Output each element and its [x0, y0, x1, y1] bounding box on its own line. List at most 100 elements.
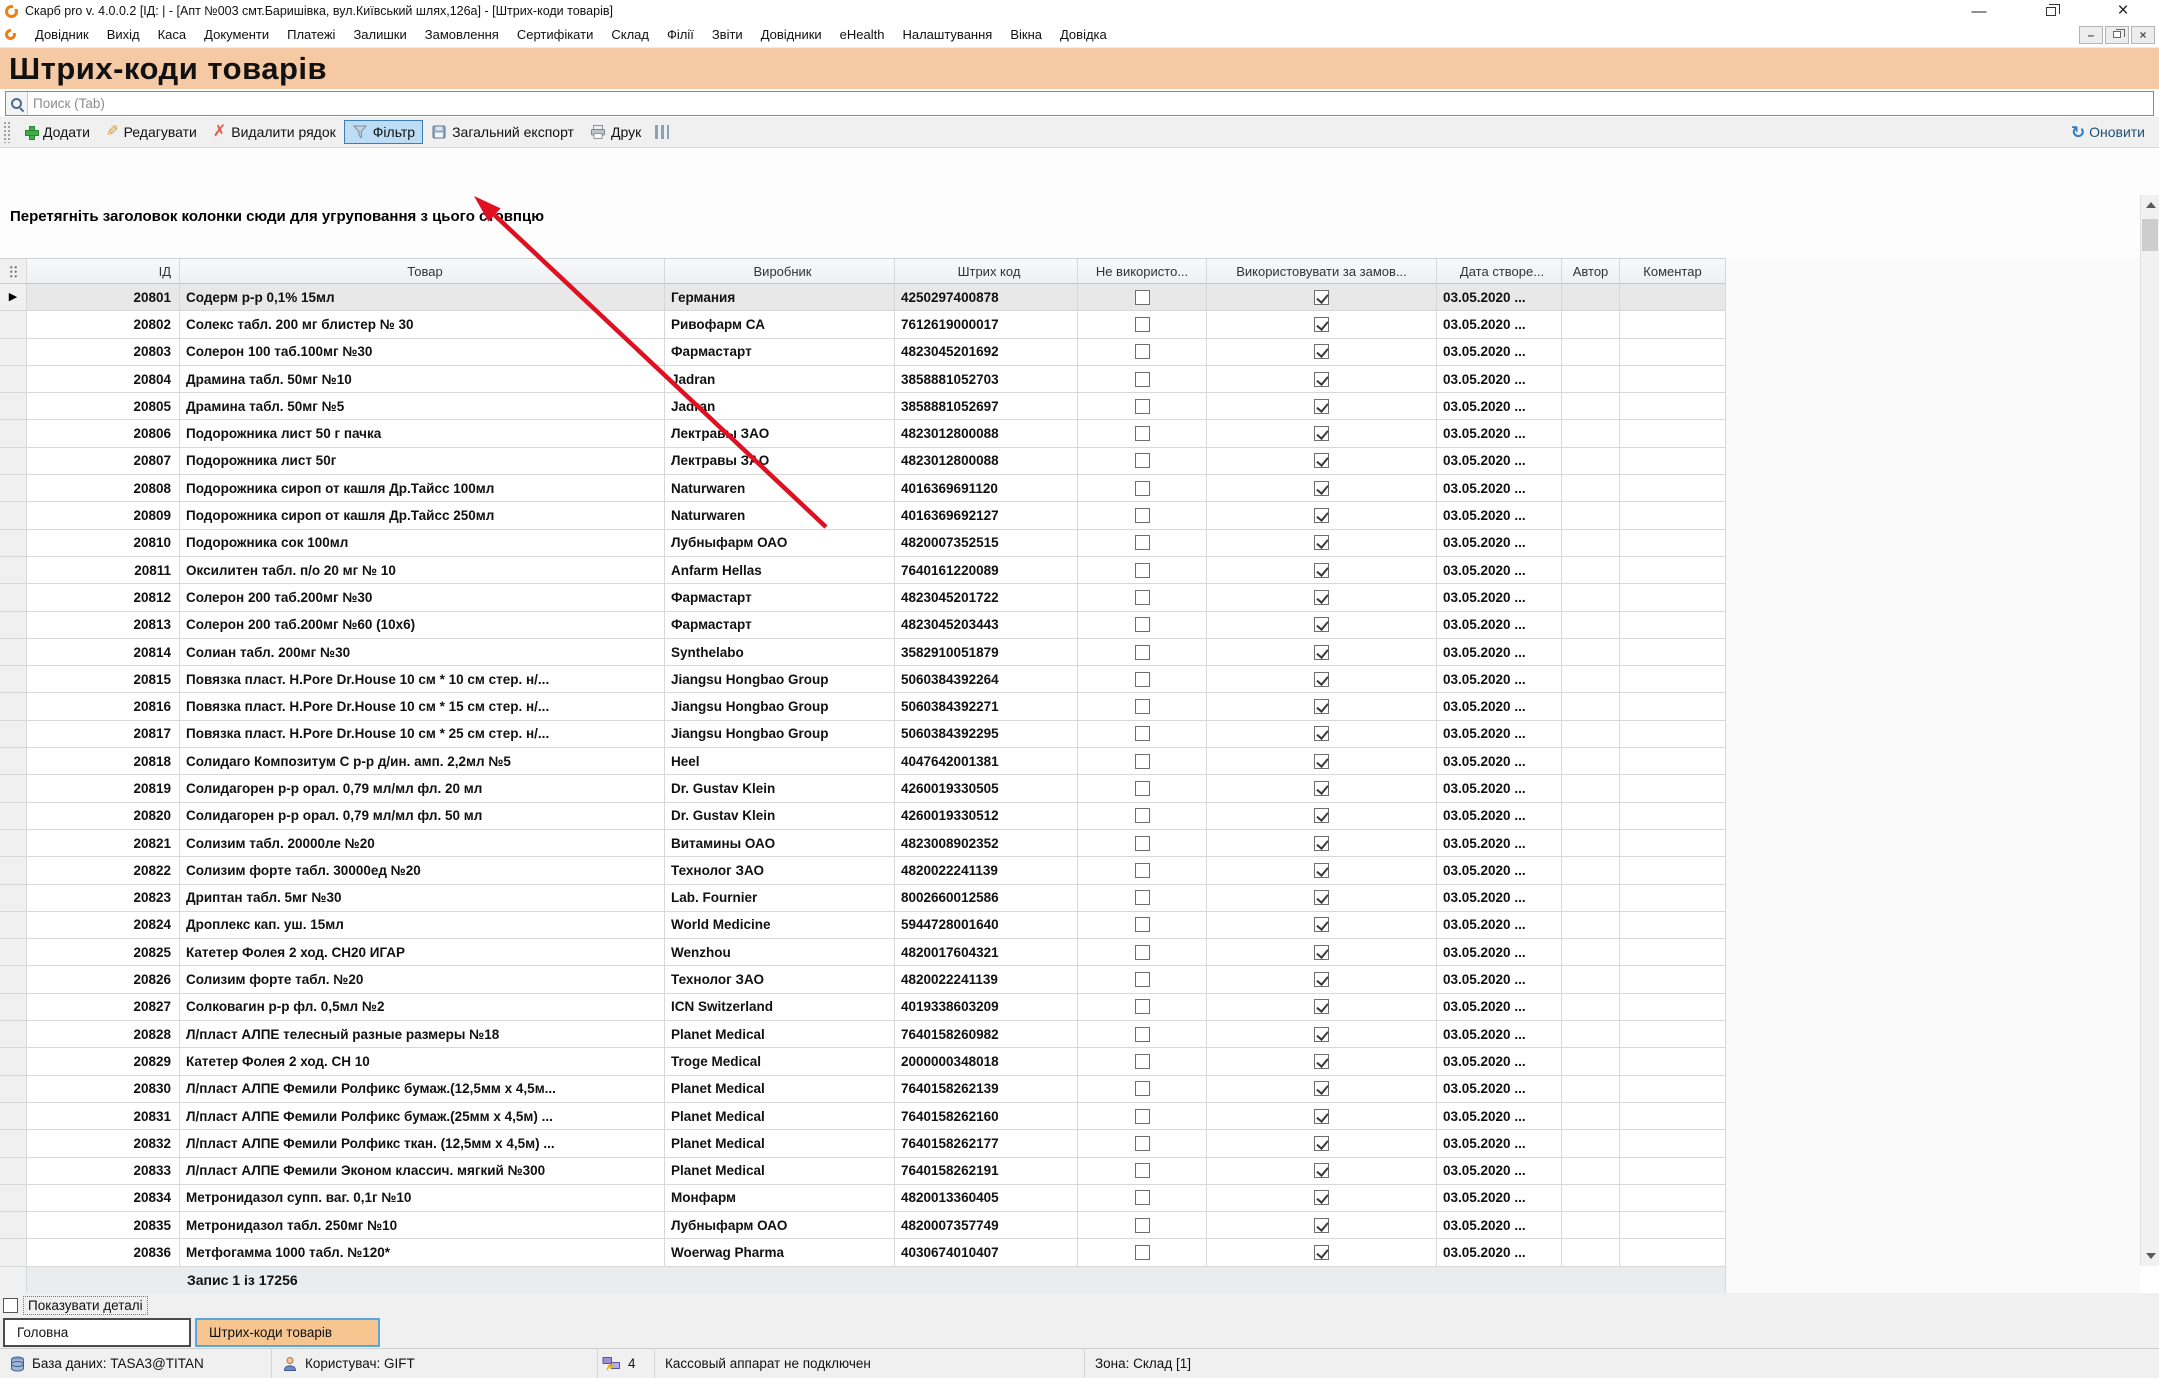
- cell-author[interactable]: [1562, 666, 1620, 693]
- cell-id[interactable]: 20831: [27, 1103, 180, 1130]
- cell-date-created[interactable]: 03.05.2020 ...: [1437, 748, 1562, 775]
- cell-author[interactable]: [1562, 311, 1620, 338]
- vertical-scrollbar[interactable]: [2140, 195, 2159, 1266]
- cell-author[interactable]: [1562, 830, 1620, 857]
- row-selector-cell[interactable]: ▶: [0, 584, 27, 611]
- cell-use-for-order[interactable]: [1207, 803, 1437, 830]
- cell-product[interactable]: Л/пласт АЛПЕ телесный разные размеры №18: [180, 1021, 665, 1048]
- menu-dovidka[interactable]: Довідка: [1051, 23, 1116, 46]
- cell-not-used[interactable]: [1078, 639, 1207, 666]
- cell-barcode[interactable]: 4820007352515: [895, 530, 1078, 557]
- cell-barcode[interactable]: 7640158262177: [895, 1130, 1078, 1157]
- cell-author[interactable]: [1562, 1212, 1620, 1239]
- row-selector-cell[interactable]: ▶: [0, 366, 27, 393]
- cell-manufacturer[interactable]: Lab. Fournier: [665, 885, 895, 912]
- cell-barcode[interactable]: 5060384392264: [895, 666, 1078, 693]
- not-used-checkbox[interactable]: [1135, 290, 1150, 305]
- cell-use-for-order[interactable]: [1207, 1158, 1437, 1185]
- cell-barcode[interactable]: 4260019330512: [895, 803, 1078, 830]
- cell-use-for-order[interactable]: [1207, 748, 1437, 775]
- use-for-order-checkbox[interactable]: [1314, 945, 1329, 960]
- cell-date-created[interactable]: 03.05.2020 ...: [1437, 339, 1562, 366]
- cell-not-used[interactable]: [1078, 448, 1207, 475]
- table-row[interactable]: ▶ 20801 Содерм р-р 0,1% 15мл Германия 42…: [0, 284, 1725, 311]
- scroll-up-button[interactable]: [2141, 195, 2159, 215]
- cell-use-for-order[interactable]: [1207, 557, 1437, 584]
- cell-not-used[interactable]: [1078, 475, 1207, 502]
- cell-barcode[interactable]: 4820022241139: [895, 857, 1078, 884]
- cell-product[interactable]: Оксилитен табл. п/о 20 мг № 10: [180, 557, 665, 584]
- cell-author[interactable]: [1562, 448, 1620, 475]
- row-selector-cell[interactable]: ▶: [0, 448, 27, 475]
- cell-author[interactable]: [1562, 393, 1620, 420]
- cell-not-used[interactable]: [1078, 830, 1207, 857]
- cell-comment[interactable]: [1620, 1076, 1726, 1103]
- cell-product[interactable]: Драмина табл. 50мг №5: [180, 393, 665, 420]
- cell-barcode[interactable]: 7640158262191: [895, 1158, 1078, 1185]
- cell-date-created[interactable]: 03.05.2020 ...: [1437, 557, 1562, 584]
- group-by-panel[interactable]: Перетягніть заголовок колонки сюди для у…: [0, 148, 2159, 258]
- not-used-checkbox[interactable]: [1135, 1136, 1150, 1151]
- table-row[interactable]: ▶ 20813 Солерон 200 таб.200мг №60 (10х6)…: [0, 612, 1725, 639]
- cell-date-created[interactable]: 03.05.2020 ...: [1437, 939, 1562, 966]
- cell-barcode[interactable]: 3582910051879: [895, 639, 1078, 666]
- not-used-checkbox[interactable]: [1135, 1245, 1150, 1260]
- table-row[interactable]: ▶ 20803 Солерон 100 таб.100мг №30 Фармас…: [0, 339, 1725, 366]
- row-selector-cell[interactable]: ▶: [0, 830, 27, 857]
- cell-not-used[interactable]: [1078, 1021, 1207, 1048]
- cell-author[interactable]: [1562, 1158, 1620, 1185]
- cell-date-created[interactable]: 03.05.2020 ...: [1437, 693, 1562, 720]
- cell-manufacturer[interactable]: Naturwaren: [665, 475, 895, 502]
- add-button[interactable]: Додати: [16, 120, 98, 144]
- row-selector-cell[interactable]: ▶: [0, 966, 27, 993]
- cell-use-for-order[interactable]: [1207, 666, 1437, 693]
- cell-use-for-order[interactable]: [1207, 284, 1437, 311]
- cell-manufacturer[interactable]: Ривофарм СА: [665, 311, 895, 338]
- cell-author[interactable]: [1562, 612, 1620, 639]
- not-used-checkbox[interactable]: [1135, 1190, 1150, 1205]
- table-row[interactable]: ▶ 20807 Подорожника лист 50г Лектравы ЗА…: [0, 448, 1725, 475]
- cell-date-created[interactable]: 03.05.2020 ...: [1437, 393, 1562, 420]
- scroll-down-button[interactable]: [2141, 1246, 2159, 1266]
- cell-manufacturer[interactable]: Woerwag Pharma: [665, 1239, 895, 1266]
- not-used-checkbox[interactable]: [1135, 1163, 1150, 1178]
- cell-date-created[interactable]: 03.05.2020 ...: [1437, 366, 1562, 393]
- table-row[interactable]: ▶ 20834 Метронидазол супп. ваг. 0,1г №10…: [0, 1185, 1725, 1212]
- cell-product[interactable]: Л/пласт АЛПЕ Фемили Ролфикс бумаж.(12,5м…: [180, 1076, 665, 1103]
- selector-header-cell[interactable]: [0, 259, 27, 283]
- cell-not-used[interactable]: [1078, 1212, 1207, 1239]
- row-selector-cell[interactable]: ▶: [0, 939, 27, 966]
- cell-barcode[interactable]: 4030674010407: [895, 1239, 1078, 1266]
- not-used-checkbox[interactable]: [1135, 590, 1150, 605]
- cell-date-created[interactable]: 03.05.2020 ...: [1437, 857, 1562, 884]
- row-selector-cell[interactable]: ▶: [0, 502, 27, 529]
- cell-product[interactable]: Л/пласт АЛПЕ Фемили Ролфикс ткан. (12,5м…: [180, 1130, 665, 1157]
- cell-id[interactable]: 20828: [27, 1021, 180, 1048]
- mdi-minimize-button[interactable]: –: [2079, 26, 2103, 44]
- cell-author[interactable]: [1562, 1130, 1620, 1157]
- cell-barcode[interactable]: 7612619000017: [895, 311, 1078, 338]
- cell-use-for-order[interactable]: [1207, 420, 1437, 447]
- use-for-order-checkbox[interactable]: [1314, 617, 1329, 632]
- table-row[interactable]: ▶ 20811 Оксилитен табл. п/о 20 мг № 10 A…: [0, 557, 1725, 584]
- table-row[interactable]: ▶ 20819 Солидагорен р-р орал. 0,79 мл/мл…: [0, 775, 1725, 802]
- row-selector-cell[interactable]: ▶: [0, 420, 27, 447]
- table-row[interactable]: ▶ 20804 Драмина табл. 50мг №10 Jadran 38…: [0, 366, 1725, 393]
- row-selector-cell[interactable]: ▶: [0, 803, 27, 830]
- column-header-date-created[interactable]: Дата створе...: [1437, 259, 1562, 283]
- table-row[interactable]: ▶ 20812 Солерон 200 таб.200мг №30 Фармас…: [0, 584, 1725, 611]
- columns-icon[interactable]: [655, 125, 669, 139]
- cell-id[interactable]: 20813: [27, 612, 180, 639]
- cell-date-created[interactable]: 03.05.2020 ...: [1437, 584, 1562, 611]
- menu-vykhid[interactable]: Вихід: [98, 23, 149, 46]
- menu-sertyfikaty[interactable]: Сертифікати: [508, 23, 603, 46]
- cell-manufacturer[interactable]: Jadran: [665, 366, 895, 393]
- use-for-order-checkbox[interactable]: [1314, 372, 1329, 387]
- use-for-order-checkbox[interactable]: [1314, 453, 1329, 468]
- cell-not-used[interactable]: [1078, 502, 1207, 529]
- cell-not-used[interactable]: [1078, 530, 1207, 557]
- row-selector-cell[interactable]: ▶: [0, 1103, 27, 1130]
- row-selector-cell[interactable]: ▶: [0, 1158, 27, 1185]
- not-used-checkbox[interactable]: [1135, 508, 1150, 523]
- cell-product[interactable]: Метфогамма 1000 табл. №120*: [180, 1239, 665, 1266]
